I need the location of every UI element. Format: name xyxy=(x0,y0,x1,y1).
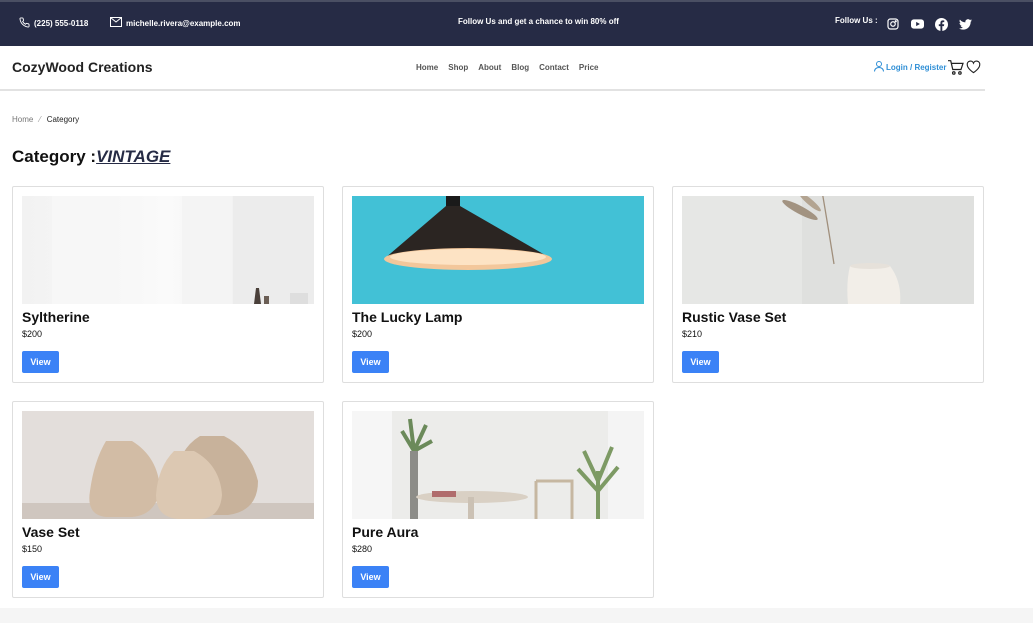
nav-about[interactable]: About xyxy=(478,63,501,72)
phone-number: (225) 555-0118 xyxy=(34,19,89,28)
follow-label: Follow Us : xyxy=(835,16,878,25)
heart-icon[interactable] xyxy=(966,60,981,79)
instagram-icon[interactable] xyxy=(886,17,900,31)
brand-logo[interactable]: CozyWood Creations xyxy=(12,59,153,75)
product-name[interactable]: Vase Set xyxy=(22,524,80,540)
main-header: CozyWood Creations Home Shop About Blog … xyxy=(0,46,985,91)
product-card: Syltherine $200 View xyxy=(12,186,324,383)
phone-icon xyxy=(19,17,30,30)
twitter-icon[interactable] xyxy=(958,17,972,31)
promo-text: Follow Us and get a chance to win 80% of… xyxy=(458,17,619,26)
youtube-icon[interactable] xyxy=(910,17,924,31)
product-price: $150 xyxy=(22,544,43,554)
nav-shop[interactable]: Shop xyxy=(448,63,468,72)
product-image[interactable] xyxy=(352,196,644,304)
product-price: $200 xyxy=(352,329,373,339)
category-name: VINTAGE xyxy=(96,147,171,166)
main-nav: Home Shop About Blog Contact Price xyxy=(416,63,598,72)
product-price: $280 xyxy=(352,544,373,554)
view-button[interactable]: View xyxy=(682,351,719,373)
nav-home[interactable]: Home xyxy=(416,63,438,72)
login-label: Login / Register xyxy=(886,63,947,72)
product-card: Rustic Vase Set $210 View xyxy=(672,186,984,383)
product-price: $200 xyxy=(22,329,43,339)
breadcrumb-separator: ⁄ xyxy=(39,115,41,124)
title-prefix: Category : xyxy=(12,147,97,166)
product-card: Vase Set $150 View xyxy=(12,401,324,598)
view-button[interactable]: View xyxy=(22,351,59,373)
product-name[interactable]: The Lucky Lamp xyxy=(352,309,462,325)
product-name[interactable]: Pure Aura xyxy=(352,524,418,540)
nav-price[interactable]: Price xyxy=(579,63,599,72)
product-card: Pure Aura $280 View xyxy=(342,401,654,598)
product-image[interactable] xyxy=(682,196,974,304)
email-contact[interactable]: michelle.rivera@example.com xyxy=(110,17,241,29)
footer-strip xyxy=(0,608,1033,623)
product-image[interactable] xyxy=(22,196,314,304)
breadcrumb-home[interactable]: Home xyxy=(12,115,33,124)
cart-icon[interactable] xyxy=(947,60,964,80)
product-name[interactable]: Rustic Vase Set xyxy=(682,309,786,325)
nav-blog[interactable]: Blog xyxy=(511,63,529,72)
page-title: Category :VINTAGE xyxy=(12,147,170,167)
social-links xyxy=(886,17,972,31)
product-price: $210 xyxy=(682,329,703,339)
nav-contact[interactable]: Contact xyxy=(539,63,569,72)
view-button[interactable]: View xyxy=(352,351,389,373)
breadcrumb-current: Category xyxy=(46,115,80,124)
product-image[interactable] xyxy=(352,411,644,519)
phone-contact[interactable]: (225) 555-0118 xyxy=(19,17,88,30)
view-button[interactable]: View xyxy=(352,566,389,588)
top-bar: (225) 555-0118 michelle.rivera@example.c… xyxy=(0,0,1033,46)
product-card: The Lucky Lamp $200 View xyxy=(342,186,654,383)
product-image[interactable] xyxy=(22,411,314,519)
breadcrumb: Home ⁄ Category xyxy=(12,115,79,124)
mail-icon xyxy=(110,17,122,29)
email-address: michelle.rivera@example.com xyxy=(126,18,241,28)
product-name[interactable]: Syltherine xyxy=(22,309,90,325)
view-button[interactable]: View xyxy=(22,566,59,588)
user-icon xyxy=(874,61,884,74)
facebook-icon[interactable] xyxy=(934,17,948,31)
login-register-link[interactable]: Login / Register xyxy=(874,61,946,74)
